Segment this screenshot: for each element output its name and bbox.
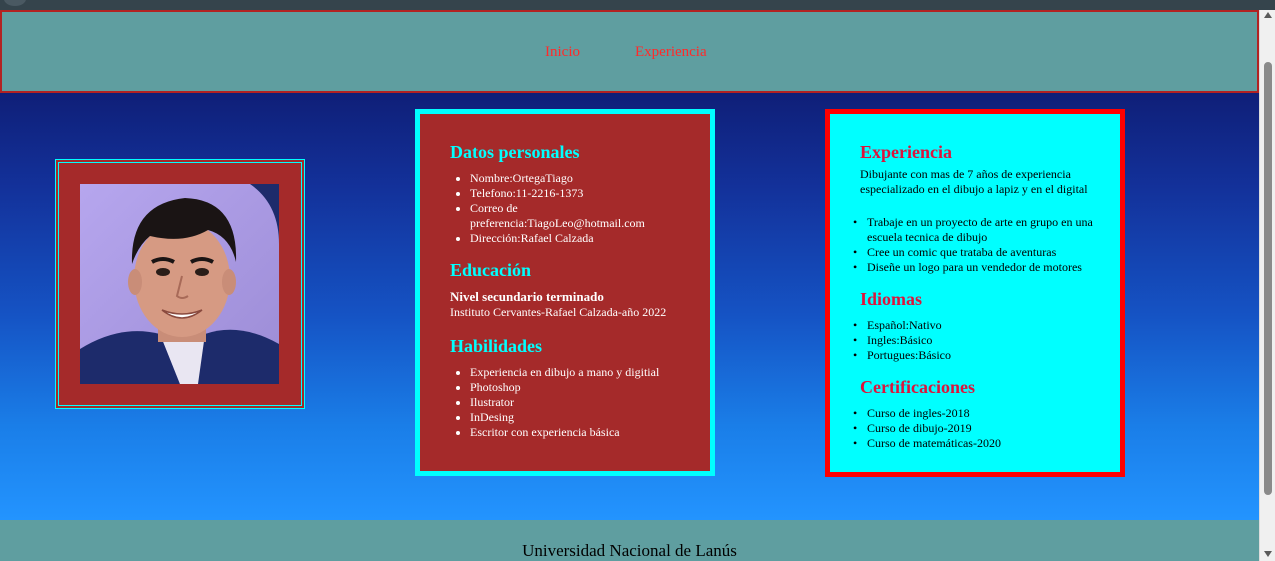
scrollbar-thumb[interactable]: [1264, 62, 1272, 495]
scroll-up-icon[interactable]: [1264, 12, 1272, 18]
list-item: Experiencia en dibujo a mano y digitial: [470, 365, 680, 380]
education-level: Nivel secundario terminado: [450, 289, 604, 304]
browser-top-strip: [0, 0, 1275, 10]
list-item: Curso de ingles-2018: [837, 406, 1120, 421]
idiomas-heading: Idiomas: [860, 289, 923, 309]
list-item: Curso de matemáticas-2020: [837, 436, 1120, 451]
certificaciones-list: Curso de ingles-2018 Curso de dibujo-201…: [834, 406, 1120, 451]
educacion-heading: Educación: [450, 260, 532, 280]
datos-list: Nombre:OrtegaTiago Telefono:11-2216-1373…: [450, 171, 680, 246]
experience-summary: Dibujante con mas de 7 años de experienc…: [860, 167, 1088, 196]
list-item: Ilustrator: [470, 395, 680, 410]
education-school: Instituto Cervantes-Rafael Calzada-año 2…: [450, 305, 667, 319]
habilidades-heading: Habilidades: [450, 336, 543, 356]
list-item: Curso de dibujo-2019: [837, 421, 1120, 436]
datos-heading: Datos personales: [450, 142, 580, 162]
vertical-scrollbar[interactable]: [1259, 10, 1275, 561]
profile-photo-frame: [55, 159, 305, 409]
list-item: Dirección:Rafael Calzada: [470, 231, 680, 246]
list-item: Photoshop: [470, 380, 680, 395]
habilidades-list: Experiencia en dibujo a mano y digitial …: [450, 365, 680, 440]
experiencia-heading: Experiencia: [860, 142, 952, 162]
personal-info-card: Datos personales Nombre:OrtegaTiago Tele…: [415, 109, 715, 476]
tab-edge: [4, 0, 26, 6]
list-item: Cree un comic que trataba de aventuras: [837, 245, 1099, 260]
list-item: Ingles:Básico: [837, 333, 1120, 348]
list-item: Portugues:Básico: [837, 348, 1120, 363]
scroll-down-icon[interactable]: [1264, 551, 1272, 557]
list-item: Diseñe un logo para un vendedor de motor…: [837, 260, 1099, 275]
list-item: Trabaje en un proyecto de arte en grupo …: [837, 215, 1099, 245]
nav-link-experiencia[interactable]: Experiencia: [635, 44, 707, 61]
nav-link-inicio[interactable]: Inicio: [545, 44, 580, 61]
list-item: Español:Nativo: [837, 318, 1120, 333]
list-item: InDesing: [470, 410, 680, 425]
main-section: Datos personales Nombre:OrtegaTiago Tele…: [0, 93, 1259, 520]
experience-card: Experiencia Dibujante con mas de 7 años …: [825, 109, 1125, 477]
footer-text: Universidad Nacional de Lanús: [522, 541, 737, 560]
certificaciones-heading: Certificaciones: [860, 377, 975, 397]
footer: Universidad Nacional de Lanús: [0, 520, 1259, 561]
list-item: Nombre:OrtegaTiago: [470, 171, 680, 186]
experiencia-list: Trabaje en un proyecto de arte en grupo …: [834, 215, 1099, 275]
idiomas-list: Español:Nativo Ingles:Básico Portugues:B…: [834, 318, 1120, 363]
list-item: Correo de preferencia:TiagoLeo@hotmail.c…: [470, 201, 680, 231]
profile-photo: [80, 184, 279, 384]
list-item: Escritor con experiencia básica: [470, 425, 680, 440]
list-item: Telefono:11-2216-1373: [470, 186, 680, 201]
top-nav: Inicio Experiencia: [0, 10, 1259, 93]
